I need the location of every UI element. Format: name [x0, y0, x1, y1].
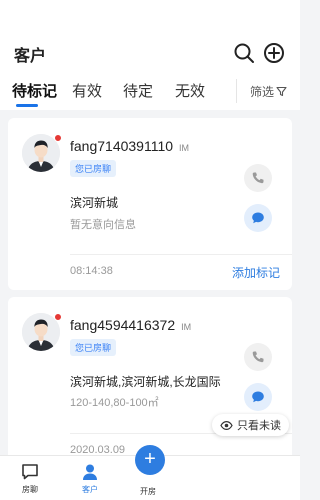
- tab-pending[interactable]: 待定: [123, 80, 153, 101]
- unread-dot: [54, 134, 62, 142]
- phone-icon: [252, 351, 264, 363]
- divider: [70, 254, 292, 255]
- nav-label: 房聊: [22, 485, 38, 494]
- header: 客户 待标记 有效 待定 无效 筛选: [0, 0, 300, 110]
- customer-intent: 120-140,80-100㎡: [70, 397, 159, 409]
- nav-label: 开房: [140, 487, 156, 496]
- filter-button[interactable]: 筛选: [250, 83, 287, 100]
- customer-card[interactable]: fang7140391110 IM 您已房聊 滨河新城 暂无意向信息 08:14…: [8, 118, 292, 290]
- status-badge: 您已房聊: [70, 160, 117, 177]
- status-badge: 您已房聊: [70, 339, 117, 356]
- avatar: [22, 313, 62, 351]
- tab-to-mark[interactable]: 待标记: [12, 80, 57, 101]
- customer-name: fang7140391110: [70, 138, 174, 154]
- search-icon[interactable]: [233, 42, 255, 64]
- nav-label: 客户: [82, 485, 98, 494]
- chat-bubble-icon: [252, 212, 264, 224]
- phone-button[interactable]: [244, 343, 272, 371]
- eye-icon: [220, 420, 233, 430]
- filter-label: 筛选: [250, 85, 275, 99]
- add-mark-link[interactable]: 添加标记: [232, 264, 280, 281]
- tab-valid[interactable]: 有效: [72, 80, 102, 101]
- active-tab-indicator: [16, 104, 38, 107]
- nav-item-chat[interactable]: 房聊: [10, 462, 50, 495]
- im-tag: IM: [181, 322, 192, 332]
- nav-item-customers[interactable]: 客户: [70, 462, 110, 495]
- tab-bar: 待标记 有效 待定 无效 筛选: [0, 76, 300, 110]
- page-title: 客户: [14, 48, 47, 65]
- chat-button[interactable]: [244, 204, 272, 232]
- plus-circle-icon[interactable]: [263, 42, 285, 64]
- customer-location: 滨河新城,滨河新城,长龙国际: [70, 375, 221, 389]
- customer-intent: 暂无意向信息: [70, 219, 136, 231]
- phone-icon: [252, 172, 264, 184]
- unread-only-toggle[interactable]: 只看未读: [212, 414, 289, 436]
- chat-button[interactable]: [244, 383, 272, 411]
- chat-square-icon: [22, 464, 38, 480]
- last-contact-time: 08:14:38: [70, 265, 113, 277]
- unread-only-label: 只看未读: [237, 420, 281, 432]
- avatar: [22, 134, 62, 172]
- person-icon: [83, 464, 97, 480]
- chat-bubble-icon: [252, 391, 264, 403]
- nav-item-open[interactable]: 开房: [128, 484, 168, 497]
- plus-icon[interactable]: +: [135, 445, 165, 475]
- unread-dot: [54, 313, 62, 321]
- filter-funnel-icon: [276, 86, 287, 97]
- divider: [236, 79, 237, 103]
- tab-invalid[interactable]: 无效: [175, 80, 205, 101]
- im-tag: IM: [179, 143, 190, 153]
- phone-button[interactable]: [244, 164, 272, 192]
- customer-name: fang4594416372: [70, 317, 176, 333]
- customer-location: 滨河新城: [70, 196, 119, 210]
